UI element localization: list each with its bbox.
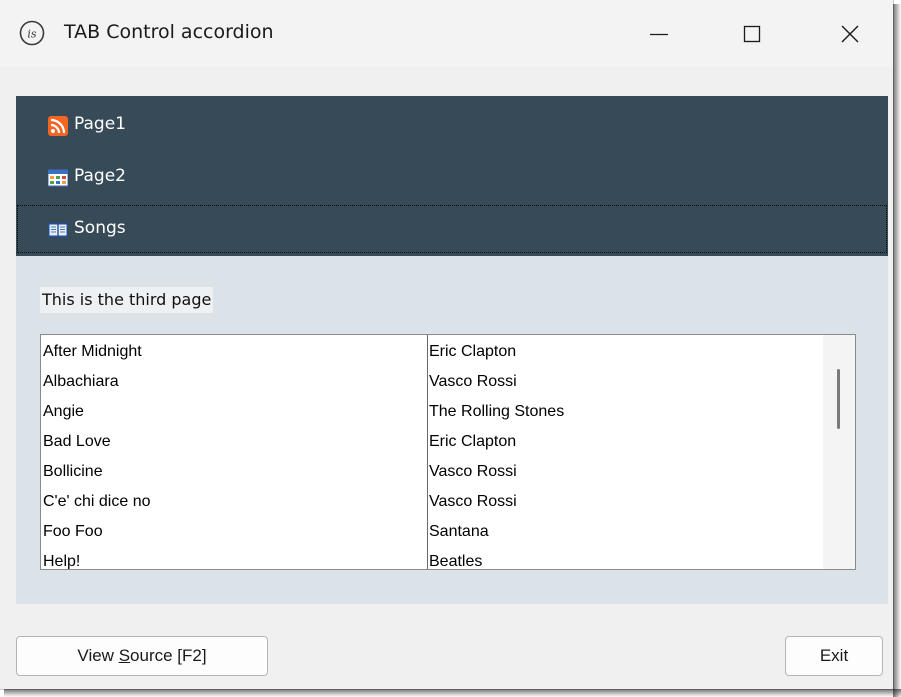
song-artist: Eric Clapton (429, 343, 517, 360)
view-source-button[interactable]: View Source [F2] (16, 636, 268, 676)
table-grid-icon (48, 169, 68, 187)
song-artist: Beatles (429, 553, 483, 570)
accordion-item-page1[interactable]: Page1 (16, 100, 888, 150)
song-title: Foo Foo (43, 523, 103, 540)
song-title: Bollicine (43, 463, 103, 480)
song-title: Albachiara (43, 373, 119, 390)
accordion-item-label: Page1 (74, 114, 126, 134)
vertical-scrollbar[interactable] (823, 335, 855, 569)
window-shadow-bottom (4, 689, 901, 697)
accordion-tab-control: Page1 Page2 Songs (16, 96, 888, 256)
list-item[interactable]: Foo Foo Santana (41, 515, 821, 545)
song-artist: Eric Clapton (429, 433, 517, 450)
page-description: This is the third page (40, 287, 214, 313)
list-item[interactable]: C'e' chi dice no Vasco Rossi (41, 485, 821, 515)
rss-feed-icon (48, 116, 68, 136)
close-icon (841, 25, 859, 43)
list-item[interactable]: Albachiara Vasco Rossi (41, 365, 821, 395)
scrollbar-thumb[interactable] (837, 369, 840, 429)
song-artist: Vasco Rossi (429, 493, 517, 510)
songs-list[interactable]: After Midnight Eric Clapton Albachiara V… (40, 334, 856, 570)
is-logo-icon: is (19, 20, 45, 46)
song-artist: Vasco Rossi (429, 463, 517, 480)
song-artist: Santana (429, 523, 489, 540)
list-item[interactable]: Help! Beatles (41, 545, 821, 570)
title-bar[interactable]: is TAB Control accordion (0, 0, 893, 67)
accordion-item-songs[interactable]: Songs (16, 204, 888, 254)
open-book-icon (48, 223, 68, 237)
view-source-label-prefix: View (77, 646, 119, 665)
accordion-item-page2[interactable]: Page2 (16, 152, 888, 202)
song-artist: Vasco Rossi (429, 373, 517, 390)
list-item[interactable]: After Midnight Eric Clapton (41, 335, 821, 365)
window-title: TAB Control accordion (64, 21, 274, 43)
list-item[interactable]: Bad Love Eric Clapton (41, 425, 821, 455)
song-title: C'e' chi dice no (43, 493, 151, 510)
song-artist: The Rolling Stones (429, 403, 565, 420)
close-button[interactable] (816, 0, 884, 67)
songs-page-panel: This is the third page After Midnight Er… (16, 256, 888, 604)
song-title: After Midnight (43, 343, 142, 360)
song-title: Bad Love (43, 433, 111, 450)
accordion-item-label: Page2 (74, 166, 126, 186)
view-source-label-suffix: ource [F2] (130, 646, 207, 665)
svg-text:is: is (27, 28, 37, 41)
minimize-icon (650, 33, 668, 36)
exit-button[interactable]: Exit (785, 636, 883, 676)
song-title: Help! (43, 553, 81, 570)
list-item[interactable]: Angie The Rolling Stones (41, 395, 821, 425)
minimize-button[interactable] (625, 0, 693, 67)
maximize-button[interactable] (718, 0, 786, 67)
maximize-icon (743, 25, 761, 43)
view-source-mnemonic: S (118, 646, 131, 665)
window-shadow-right (893, 4, 901, 697)
accordion-item-label: Songs (74, 218, 126, 238)
song-title: Angie (43, 403, 84, 420)
list-item[interactable]: Bollicine Vasco Rossi (41, 455, 821, 485)
main-window: is TAB Control accordion Page1 Page2 Son… (0, 0, 894, 690)
